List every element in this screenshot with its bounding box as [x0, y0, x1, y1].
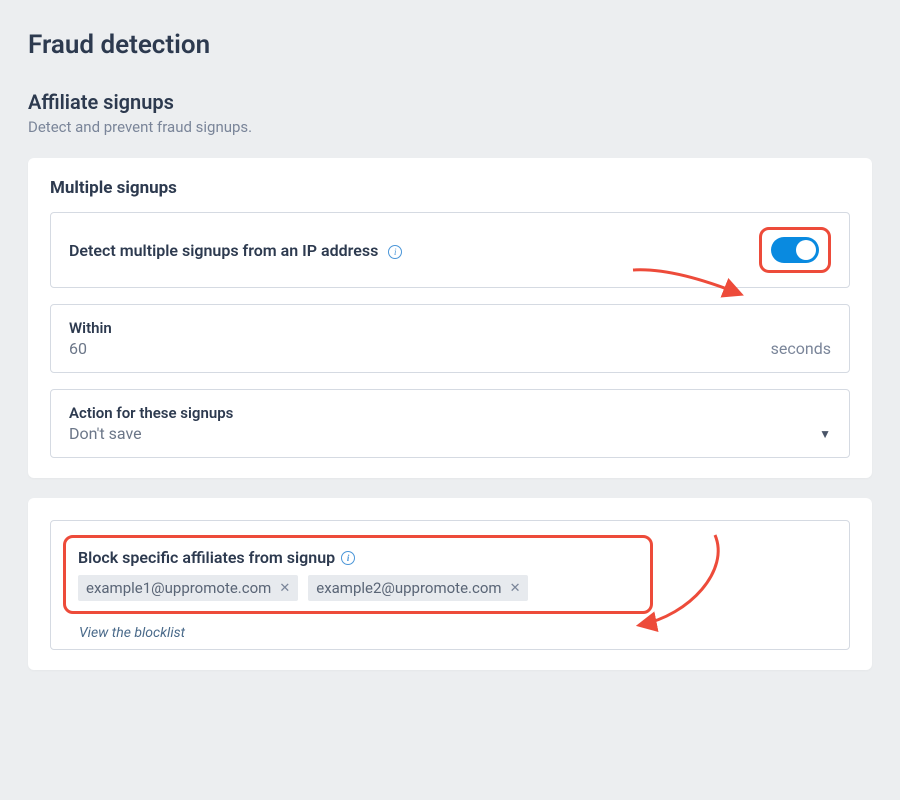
close-icon[interactable]: ✕ — [510, 581, 521, 596]
info-icon[interactable]: i — [388, 245, 402, 259]
page-title: Fraud detection — [28, 30, 872, 60]
email-chip[interactable]: example2@uppromote.com ✕ — [308, 575, 528, 601]
action-select[interactable]: Action for these signups Don't save ▼ — [50, 389, 850, 458]
multiple-signups-card: Multiple signups Detect multiple signups… — [28, 158, 872, 478]
section-description: Detect and prevent fraud signups. — [28, 118, 872, 136]
blocked-emails-chips: example1@uppromote.com ✕ example2@upprom… — [78, 575, 638, 601]
block-affiliates-label-wrap: Block specific affiliates from signup i — [78, 548, 638, 567]
block-affiliates-card: Block specific affiliates from signup i … — [28, 498, 872, 670]
within-value: 60 — [69, 339, 87, 358]
detect-ip-toggle[interactable] — [771, 237, 819, 263]
chip-label: example2@uppromote.com — [316, 579, 501, 597]
view-blocklist-link[interactable]: View the blocklist — [79, 625, 185, 641]
chevron-down-icon: ▼ — [819, 427, 831, 441]
action-selected-value: Don't save — [69, 424, 142, 443]
within-field[interactable]: Within 60 seconds — [50, 304, 850, 373]
block-affiliates-field[interactable]: Block specific affiliates from signup i … — [50, 520, 850, 650]
section-heading: Affiliate signups — [28, 90, 872, 114]
fraud-detection-page: Fraud detection Affiliate signups Detect… — [0, 0, 900, 720]
detect-ip-field: Detect multiple signups from an IP addre… — [50, 212, 850, 288]
card-title: Multiple signups — [50, 178, 850, 198]
detect-ip-label-wrap: Detect multiple signups from an IP addre… — [69, 241, 402, 260]
chip-label: example1@uppromote.com — [86, 579, 271, 597]
close-icon[interactable]: ✕ — [279, 581, 290, 596]
email-chip[interactable]: example1@uppromote.com ✕ — [78, 575, 298, 601]
within-unit: seconds — [771, 339, 831, 358]
action-label: Action for these signups — [69, 404, 831, 422]
within-label: Within — [69, 319, 831, 337]
toggle-knob — [796, 240, 816, 260]
annotation-highlight-blocklist: Block specific affiliates from signup i … — [63, 535, 653, 614]
detect-ip-label: Detect multiple signups from an IP addre… — [69, 241, 378, 260]
info-icon[interactable]: i — [341, 551, 355, 565]
annotation-highlight-toggle — [759, 227, 831, 273]
block-affiliates-label: Block specific affiliates from signup — [78, 548, 335, 567]
